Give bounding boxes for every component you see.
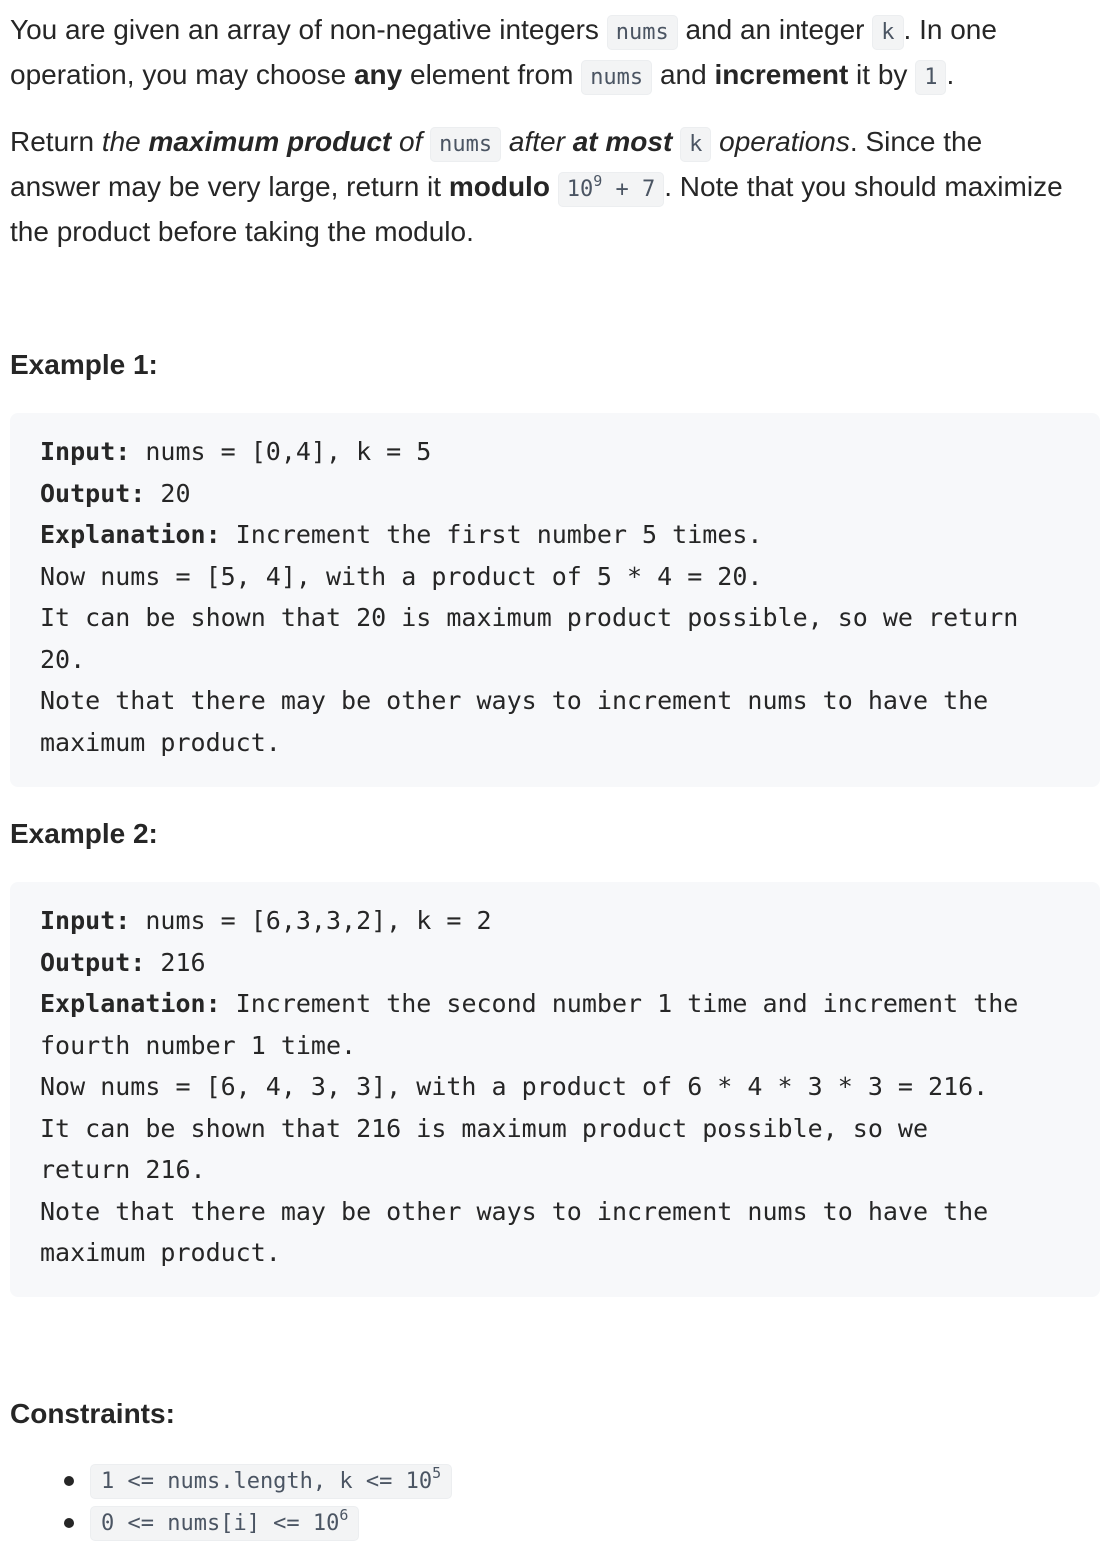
example-2-heading: Example 2:	[10, 818, 158, 849]
text: .	[946, 59, 955, 90]
text: You are given an array of non-negative i…	[10, 14, 607, 45]
constraint-code: 1 <= nums.length, k <= 105	[90, 1463, 453, 1499]
constraint-code: 0 <= nums[i] <= 106	[90, 1505, 360, 1541]
inline-code: nums	[430, 127, 502, 162]
inline-code: nums	[581, 60, 653, 95]
text: and	[652, 59, 715, 90]
inline-code: k	[872, 15, 904, 50]
constraints-heading: Constraints:	[10, 1398, 175, 1429]
example-1-line: 20.	[40, 644, 86, 674]
italic-text: operations	[711, 126, 850, 157]
text: element from	[402, 59, 582, 90]
example-1-line: It can be shown that 20 is maximum produ…	[40, 603, 1019, 632]
inline-code-modulo: 109 + 7	[557, 172, 665, 207]
example-1-input: Input: nums = [0,4], k = 5	[40, 437, 432, 466]
constraints-list: 1 <= nums.length, k <= 105 0 <= nums[i] …	[10, 1460, 453, 1544]
example-2-line: Now nums = [6, 4, 3, 3], with a product …	[40, 1072, 989, 1101]
example-2-line: return 216.	[40, 1155, 206, 1184]
example-1-output: Output: 20	[40, 478, 191, 508]
example-2-line: Note that there may be other ways to inc…	[40, 1196, 989, 1226]
example-1-line: Note that there may be other ways to inc…	[40, 686, 989, 715]
example-2-block: Input: nums = [6,3,3,2], k = 2 Output: 2…	[10, 882, 1100, 1297]
bullet-icon	[64, 1518, 74, 1528]
inline-code: 1	[915, 60, 947, 95]
example-1-block: Input: nums = [0,4], k = 5 Output: 20 Ex…	[10, 413, 1100, 787]
inline-code: k	[680, 127, 712, 162]
example-1-line: maximum product.	[40, 727, 281, 757]
bullet-icon	[64, 1476, 74, 1486]
bold-text: modulo	[448, 171, 550, 202]
example-2-line: fourth number 1 time.	[40, 1030, 357, 1060]
example-1-heading: Example 1:	[10, 349, 158, 380]
example-2-line: It can be shown that 216 is maximum prod…	[40, 1113, 929, 1143]
bold-text: any	[353, 59, 403, 90]
example-2-line: maximum product.	[40, 1238, 281, 1267]
bold-italic-text: at most	[572, 126, 673, 157]
example-2-output: Output: 216	[40, 947, 206, 977]
italic-text: of	[391, 126, 431, 157]
example-2-explanation: Explanation: Increment the second number…	[40, 989, 1019, 1018]
example-2-input: Input: nums = [6,3,3,2], k = 2	[40, 906, 492, 935]
italic-text: after	[501, 126, 573, 157]
intro-paragraph-2: Return the maximum product of nums after…	[10, 121, 1070, 253]
inline-code: nums	[606, 15, 678, 50]
bold-italic-text: maximum product	[148, 126, 392, 157]
text: and an integer	[677, 14, 873, 45]
constraint-item: 1 <= nums.length, k <= 105	[10, 1460, 453, 1502]
example-1-explanation: Explanation: Increment the first number …	[40, 520, 763, 549]
example-1-line: Now nums = [5, 4], with a product of 5 *…	[40, 561, 763, 591]
bold-text: increment	[714, 59, 849, 90]
text: Return	[10, 126, 102, 157]
text: it by	[848, 59, 916, 90]
italic-text: the	[101, 126, 149, 157]
intro-paragraph-1: You are given an array of non-negative i…	[10, 9, 1070, 99]
constraint-item: 0 <= nums[i] <= 106	[10, 1502, 452, 1544]
